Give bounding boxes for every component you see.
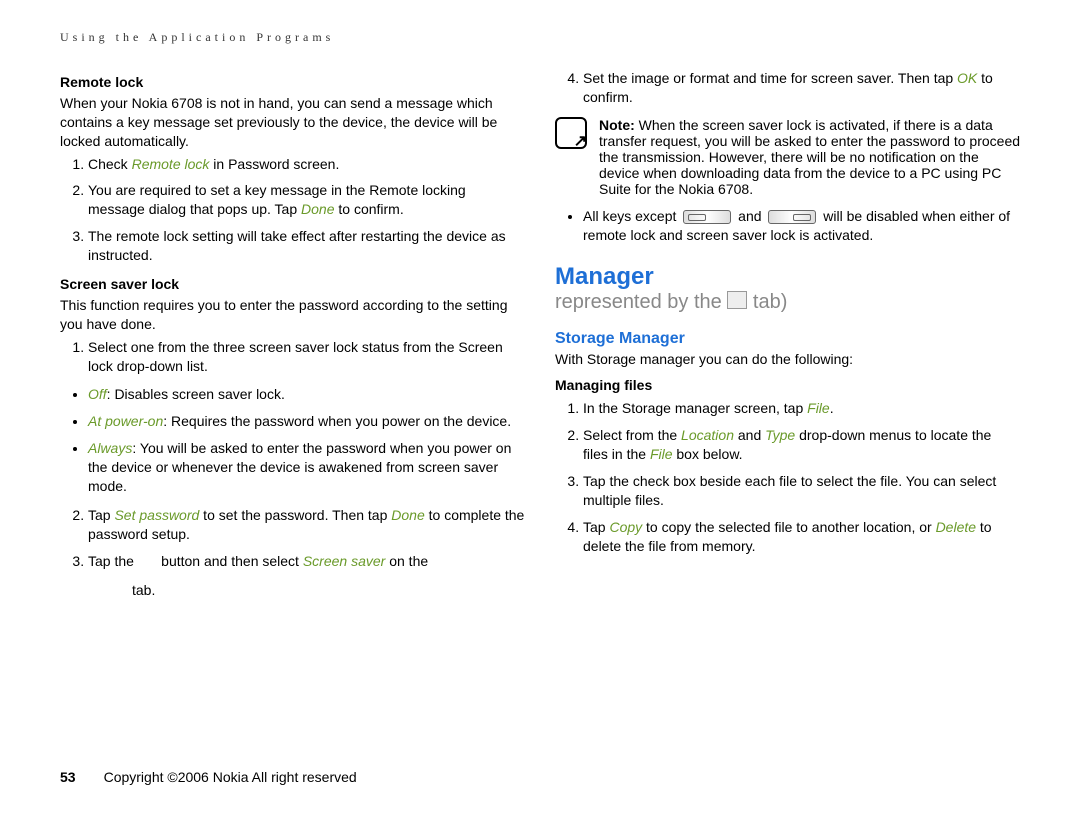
list-item: Tap the check box beside each file to se… — [583, 472, 1020, 510]
tab-line: tab. — [132, 581, 525, 600]
screen-saver-lock-heading: Screen saver lock — [60, 275, 525, 294]
screen-saver-continued: Set the image or format and time for scr… — [555, 69, 1020, 107]
list-item: All keys except and will be disabled whe… — [583, 207, 1020, 245]
list-item: At power-on: Requires the password when … — [88, 412, 525, 431]
list-item: Tap Set password to set the password. Th… — [88, 506, 525, 544]
screen-saver-options: Off: Disables screen saver lock. At powe… — [60, 385, 525, 495]
managing-files-heading: Managing files — [555, 376, 1020, 395]
storage-manager-heading: Storage Manager — [555, 330, 1020, 348]
manager-tab-icon — [727, 291, 747, 309]
managing-files-steps: In the Storage manager screen, tap File.… — [555, 399, 1020, 555]
screen-saver-lock-intro: This function requires you to enter the … — [60, 296, 525, 334]
right-column: Set the image or format and time for scr… — [555, 65, 1020, 609]
remote-lock-steps: Check Remote lock in Password screen. Yo… — [60, 155, 525, 265]
note-block: Note: When the screen saver lock is acti… — [555, 117, 1020, 197]
left-column: Remote lock When your Nokia 6708 is not … — [60, 65, 525, 609]
list-item: Set the image or format and time for scr… — [583, 69, 1020, 107]
page-footer: 53 Copyright ©2006 Nokia All right reserv… — [60, 769, 1020, 785]
list-item: Select one from the three screen saver l… — [88, 338, 525, 376]
list-item: Tap Copy to copy the selected file to an… — [583, 518, 1020, 556]
screen-saver-lock-steps: Select one from the three screen saver l… — [60, 338, 525, 376]
keys-disabled-bullet: All keys except and will be disabled whe… — [555, 207, 1020, 245]
manager-subtitle: represented by the tab) — [555, 291, 1020, 314]
storage-manager-intro: With Storage manager you can do the foll… — [555, 350, 1020, 369]
page-number: 53 — [60, 769, 76, 785]
remote-lock-heading: Remote lock — [60, 73, 525, 92]
content-columns: Remote lock When your Nokia 6708 is not … — [60, 65, 1020, 609]
list-item: The remote lock setting will take effect… — [88, 227, 525, 265]
list-item: Select from the Location and Type drop-d… — [583, 426, 1020, 464]
left-key-icon — [683, 210, 731, 224]
manager-heading: Manager — [555, 263, 1020, 291]
copyright-text: Copyright ©2006 Nokia All right reserved — [104, 769, 357, 785]
list-item: Off: Disables screen saver lock. — [88, 385, 525, 404]
list-item: Always: You will be asked to enter the p… — [88, 439, 525, 496]
right-key-icon — [768, 210, 816, 224]
remote-lock-intro: When your Nokia 6708 is not in hand, you… — [60, 94, 525, 151]
list-item: In the Storage manager screen, tap File. — [583, 399, 1020, 418]
screen-saver-lock-steps-2: Tap Set password to set the password. Th… — [60, 506, 525, 600]
list-item: You are required to set a key message in… — [88, 181, 525, 219]
breadcrumb-header: Using the Application Programs — [60, 30, 1020, 45]
note-text: Note: When the screen saver lock is acti… — [599, 117, 1020, 197]
list-item: Tap the button and then select Screen sa… — [88, 552, 525, 600]
note-icon — [555, 117, 587, 149]
list-item: Check Remote lock in Password screen. — [88, 155, 525, 174]
